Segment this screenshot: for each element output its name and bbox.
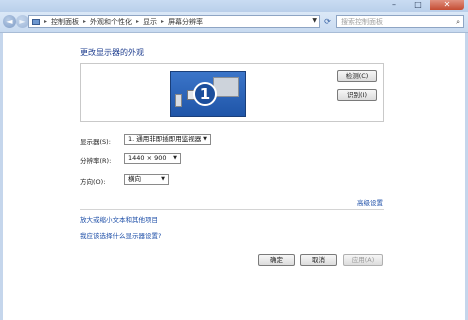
pc-tower-icon [175,94,182,107]
chevron-right-icon: ▸ [83,18,87,25]
search-input[interactable]: 搜索控制面板 ⌕ [336,15,464,28]
identify-button[interactable]: 识别(I) [337,89,377,101]
chevron-down-icon: ▼ [173,155,177,161]
refresh-icon[interactable]: ⟳ [321,15,334,28]
navigation-bar: ◄ ► ▸ 控制面板 ▸ 外观和个性化 ▸ 显示 ▸ 屏幕分辨率 ▼ ⟳ 搜索控… [0,12,468,33]
page-title: 更改显示器的外观 [80,48,144,57]
detect-button[interactable]: 检测(C) [337,70,377,82]
display-select[interactable]: 1. 通用非即插即用监视器 ▼ [124,134,211,145]
title-bar: – □ ✕ [0,0,468,12]
ok-button[interactable]: 确定 [258,254,295,266]
display-select-value: 1. 通用非即插即用监视器 [128,135,202,143]
orientation-label: 方向(O): [80,178,106,186]
breadcrumb-screen-resolution[interactable]: 屏幕分辨率 [168,17,203,27]
monitor-preview[interactable]: 1 [170,71,246,117]
advanced-settings-link[interactable]: 高级设置 [357,197,383,207]
cancel-button[interactable]: 取消 [300,254,337,266]
orientation-select-value: 横向 [128,175,141,183]
display-label: 显示器(S): [80,138,111,146]
monitor-number-badge: 1 [193,82,217,106]
apply-button[interactable]: 应用(A) [343,254,383,266]
orientation-select[interactable]: 横向 ▼ [124,174,169,185]
search-icon[interactable]: ⌕ [456,16,460,28]
window-controls: – □ ✕ [382,0,464,10]
text-size-link[interactable]: 放大或缩小文本和其他项目 [80,214,158,224]
maximize-button[interactable]: □ [406,0,430,10]
chevron-right-icon: ▸ [161,18,165,25]
breadcrumb-display[interactable]: 显示 [143,17,157,27]
breadcrumb-control-panel[interactable]: 控制面板 [51,17,79,27]
breadcrumb-appearance[interactable]: 外观和个性化 [90,17,132,27]
resolution-select[interactable]: 1440 × 900 ▼ [124,153,181,164]
chevron-right-icon: ▸ [44,18,48,25]
chevron-right-icon: ▸ [136,18,140,25]
window-border-left [0,33,3,320]
back-button[interactable]: ◄ [3,15,16,28]
close-button[interactable]: ✕ [430,0,464,10]
resolution-label: 分辨率(R): [80,157,112,165]
address-bar[interactable]: ▸ 控制面板 ▸ 外观和个性化 ▸ 显示 ▸ 屏幕分辨率 ▼ [28,15,320,28]
chevron-down-icon: ▼ [161,176,165,182]
minimize-button[interactable]: – [382,0,406,10]
section-divider [80,209,384,210]
control-panel-icon [32,18,40,25]
display-help-link[interactable]: 我应该选择什么显示器设置? [80,230,161,240]
chevron-down-icon[interactable]: ▼ [312,17,317,24]
chevron-down-icon: ▼ [203,136,207,142]
resolution-select-value: 1440 × 900 [128,154,167,162]
search-placeholder: 搜索控制面板 [341,18,383,26]
